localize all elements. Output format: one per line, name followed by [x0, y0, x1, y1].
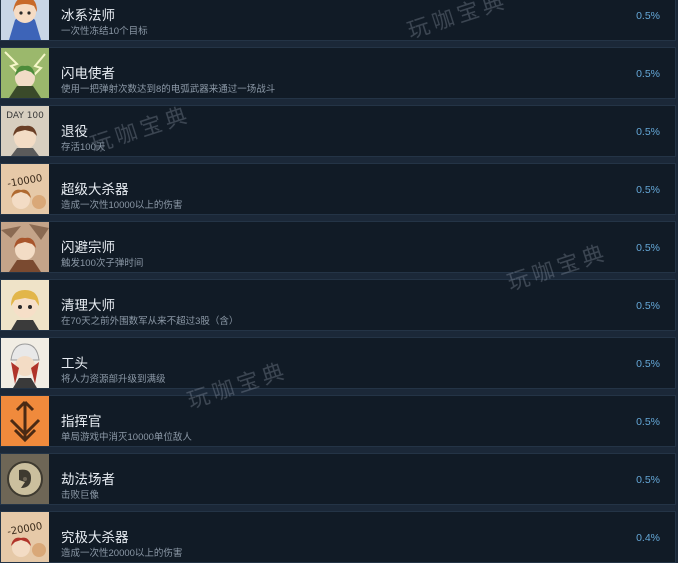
ultimate-killer-icon: -20000 — [1, 512, 49, 562]
super-killer-icon: -10000 — [1, 164, 49, 214]
achievement-percent: 0.5% — [636, 184, 660, 196]
achievement-row[interactable]: -10000 超级大杀器 造成一次性10000以上的伤害 0.5% — [0, 163, 676, 215]
achievement-title: 劫法场者 — [61, 472, 115, 487]
achievement-description: 一次性冻结10个目标 — [61, 26, 148, 37]
achievement-description: 触发100次子弹时间 — [61, 258, 144, 269]
ice-mage-icon — [1, 0, 49, 40]
achievement-description: 将人力资源部升级到满级 — [61, 374, 166, 385]
achievement-percent: 0.5% — [636, 68, 660, 80]
achievement-description: 存活100天 — [61, 142, 106, 153]
cleanup-master-icon — [1, 280, 49, 330]
achievement-row[interactable]: -20000 究极大杀器 造成一次性20000以上的伤害 0.4% — [0, 511, 676, 563]
achievement-row[interactable]: 工头 将人力资源部升级到满级 0.5% — [0, 337, 676, 389]
commander-icon — [1, 396, 49, 446]
achievement-description: 单局游戏中消灭10000单位敌人 — [61, 432, 192, 443]
achievement-description: 造成一次性10000以上的伤害 — [61, 200, 183, 211]
achievement-percent: 0.5% — [636, 358, 660, 370]
achievement-percent: 0.5% — [636, 10, 660, 22]
achievement-title: 闪电使者 — [61, 66, 115, 81]
achievement-title: 超级大杀器 — [61, 182, 129, 197]
icon-caption: DAY 100 — [6, 111, 44, 121]
achievement-percent: 0.5% — [636, 242, 660, 254]
achievement-row[interactable]: 劫法场者 击败巨像 0.5% — [0, 453, 676, 505]
execution-raider-icon — [1, 454, 49, 504]
achievement-description: 在70天之前外围数军从来不超过3股（含） — [61, 316, 239, 327]
achievement-title: 退役 — [61, 124, 88, 139]
achievement-description: 造成一次性20000以上的伤害 — [61, 548, 183, 559]
achievement-title: 究极大杀器 — [61, 530, 129, 545]
achievement-description: 击败巨像 — [61, 490, 100, 501]
achievement-percent: 0.5% — [636, 300, 660, 312]
achievement-title: 冰系法师 — [61, 8, 115, 23]
dodge-master-icon — [1, 222, 49, 272]
achievement-title: 清理大师 — [61, 298, 115, 313]
foreman-icon — [1, 338, 49, 388]
achievement-percent: 0.4% — [636, 532, 660, 544]
achievement-percent: 0.5% — [636, 126, 660, 138]
achievement-title: 工头 — [61, 356, 88, 371]
achievement-row[interactable]: 闪电使者 使用一把弹射次数达到8的电弧武器来通过一场战斗 0.5% — [0, 47, 676, 99]
achievement-row[interactable]: 指挥官 单局游戏中消灭10000单位敌人 0.5% — [0, 395, 676, 447]
achievement-title: 指挥官 — [61, 414, 102, 429]
achievement-percent: 0.5% — [636, 416, 660, 428]
achievement-row[interactable]: 冰系法师 一次性冻结10个目标 0.5% — [0, 0, 676, 41]
achievement-row[interactable]: 闪避宗师 触发100次子弹时间 0.5% — [0, 221, 676, 273]
achievement-description: 使用一把弹射次数达到8的电弧武器来通过一场战斗 — [61, 84, 276, 95]
achievement-row[interactable]: 清理大师 在70天之前外围数军从来不超过3股（含） 0.5% — [0, 279, 676, 331]
retire-icon: DAY 100 — [1, 106, 49, 156]
lightning-envoy-icon — [1, 48, 49, 98]
achievement-row[interactable]: DAY 100 退役 存活100天 0.5% — [0, 105, 676, 157]
achievement-title: 闪避宗师 — [61, 240, 115, 255]
achievement-percent: 0.5% — [636, 474, 660, 486]
